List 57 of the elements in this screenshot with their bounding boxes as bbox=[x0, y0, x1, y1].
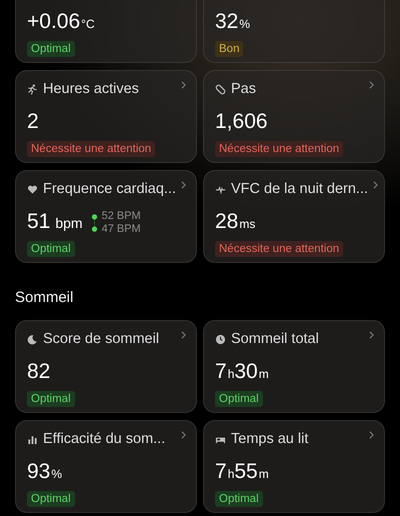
metric-value: 1,606 bbox=[215, 109, 268, 135]
status-badge: Nécessite une attention bbox=[27, 141, 156, 157]
status-badge: Optimal bbox=[27, 41, 75, 57]
metric-card[interactable]: +0.06°C Optimal bbox=[15, 0, 197, 63]
metric-value: 2 bbox=[27, 109, 39, 135]
metric-value: +0.06°C bbox=[27, 9, 95, 35]
status-badge: Optimal bbox=[27, 391, 75, 407]
metric-value: 32% bbox=[215, 9, 250, 35]
pulse-icon bbox=[215, 184, 226, 194]
moon-icon bbox=[27, 334, 38, 344]
metric-value: 7 h30 m bbox=[215, 359, 269, 385]
pill-icon bbox=[215, 84, 226, 94]
status-badge: Bon bbox=[215, 41, 244, 57]
chevron-icon bbox=[181, 431, 186, 439]
chevron-icon bbox=[369, 431, 374, 439]
metric-value: 82 bbox=[27, 359, 50, 385]
range-dots-icon bbox=[90, 212, 98, 234]
card-title: Frequence cardiaq... bbox=[43, 181, 176, 197]
running-figure-icon bbox=[27, 84, 38, 94]
range-label: 47 BPM bbox=[102, 223, 141, 236]
metric-card[interactable]: Score de sommeil 82 Optimal bbox=[15, 320, 197, 413]
range-label: 52 BPM bbox=[102, 210, 141, 223]
metric-card[interactable]: Sommeil total 7 h30 m Optimal bbox=[203, 320, 385, 413]
clock-icon bbox=[215, 334, 226, 344]
metric-value: 7 h55 m bbox=[215, 459, 269, 485]
card-title: Temps au lit bbox=[231, 431, 310, 447]
bar-chart-icon bbox=[27, 434, 38, 444]
chevron-icon bbox=[181, 331, 186, 339]
status-badge: Nécessite une attention bbox=[215, 141, 344, 157]
metric-value: 51 bpm bbox=[27, 209, 83, 235]
metric-value: 93% bbox=[27, 459, 62, 485]
chevron-icon bbox=[181, 181, 186, 189]
chevron-icon bbox=[181, 81, 186, 89]
metric-card[interactable]: 32% Bon bbox=[203, 0, 385, 63]
card-title: Efficacité du som... bbox=[43, 431, 166, 447]
status-badge: Optimal bbox=[27, 241, 75, 257]
heart-icon bbox=[27, 184, 38, 194]
metric-card[interactable]: Temps au lit 7 h55 m Optimal bbox=[203, 420, 385, 513]
metric-card[interactable]: Pas 1,606 Nécessite une attention bbox=[203, 70, 385, 163]
status-badge: Nécessite une attention bbox=[215, 241, 344, 257]
status-badge: Optimal bbox=[215, 491, 263, 507]
metric-card[interactable]: Heures actives 2 Nécessite une attention bbox=[15, 70, 197, 163]
card-title: Pas bbox=[231, 81, 257, 97]
section-title: Sommeil bbox=[15, 289, 74, 306]
chevron-icon bbox=[369, 81, 374, 89]
metric-card[interactable]: Frequence cardiaq... 51 bpm 52 BPM 47 BPM Optimal bbox=[15, 170, 197, 263]
metric-card[interactable]: VFC de la nuit dern... 28 ms Nécessite une attention bbox=[203, 170, 385, 263]
chevron-icon bbox=[369, 331, 374, 339]
metric-value: 28 ms bbox=[215, 209, 256, 235]
card-title: Sommeil total bbox=[231, 331, 320, 347]
metric-card[interactable]: Efficacité du som... 93% Optimal bbox=[15, 420, 197, 513]
chevron-icon bbox=[373, 181, 378, 189]
card-title: Heures actives bbox=[43, 81, 140, 97]
card-title: VFC de la nuit dern... bbox=[231, 181, 368, 197]
status-badge: Optimal bbox=[215, 391, 263, 407]
card-title: Score de sommeil bbox=[43, 331, 160, 347]
status-badge: Optimal bbox=[27, 491, 75, 507]
